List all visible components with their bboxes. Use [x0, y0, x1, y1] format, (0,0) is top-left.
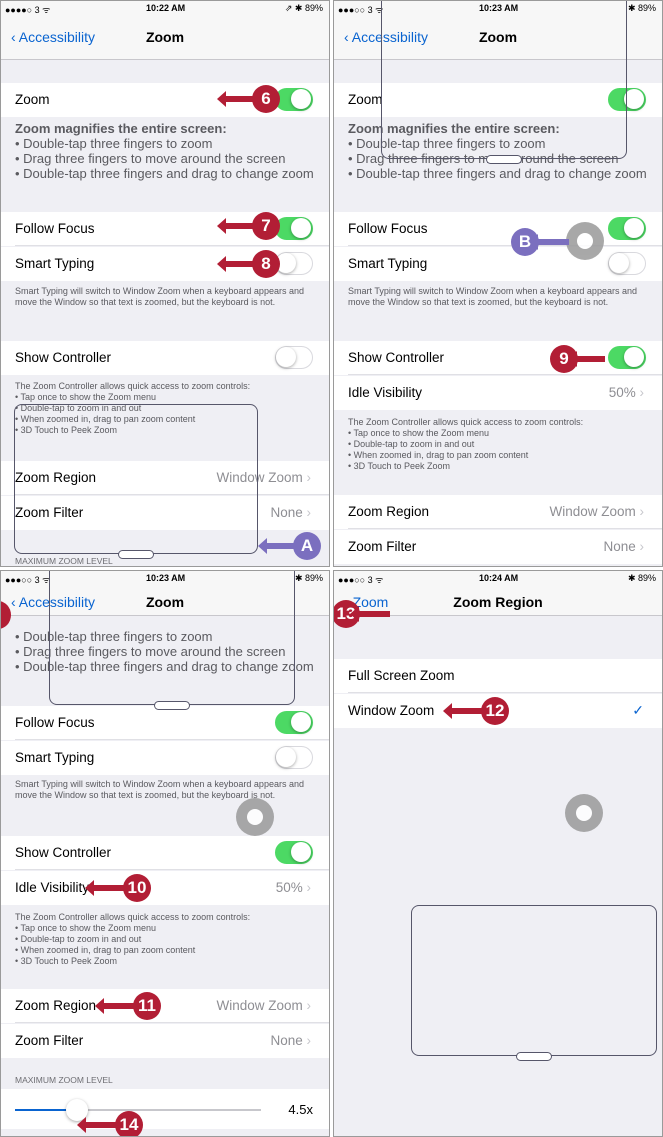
smart-typing-toggle[interactable] [608, 252, 646, 275]
battery: ✱ 89% [627, 3, 656, 13]
full-screen-zoom-row[interactable]: Full Screen Zoom [334, 659, 662, 693]
status-bar: ●●●○○ 3 ᯤ 10:24 AM ✱ 89% [334, 571, 662, 585]
panel-step-10-14: ●●●○○ 3 ᯤ 10:23 AM ✱ 89% ‹ Accessibility… [0, 570, 330, 1137]
callout-b: B [511, 228, 569, 256]
follow-focus-row[interactable]: Follow Focus [1, 706, 329, 740]
show-controller-row[interactable]: Show Controller [1, 836, 329, 870]
idle-visibility-row[interactable]: Idle Visibility 50% [1, 871, 329, 905]
callout-9: 9 [550, 345, 605, 373]
zoom-filter-row[interactable]: Zoom Filter None [1, 1024, 329, 1058]
smart-typing-toggle[interactable] [275, 252, 313, 275]
smart-typing-row[interactable]: Smart Typing [334, 247, 662, 281]
zoom-window-frame[interactable] [14, 404, 258, 559]
zoom-toggle[interactable] [275, 88, 313, 111]
smart-typing-description: Smart Typing will switch to Window Zoom … [348, 286, 637, 307]
zoom-level-row: 4.5x [1, 1089, 329, 1129]
callout-8: 8 [217, 250, 280, 278]
zoom-controller-joystick[interactable] [565, 794, 603, 832]
window-handle[interactable] [516, 1052, 552, 1061]
panel-step-12-13: ●●●○○ 3 ᯤ 10:24 AM ✱ 89% ‹ Zoom Zoom Reg… [333, 570, 663, 1137]
zoom-window-frame[interactable] [381, 1, 627, 164]
callout-13: 13 [334, 600, 390, 628]
max-zoom-header: MAXIMUM ZOOM LEVEL [15, 556, 113, 566]
zoom-window-frame[interactable] [49, 571, 295, 710]
controller-description: The Zoom Controller allows quick access … [348, 417, 584, 471]
window-handle[interactable] [118, 550, 154, 559]
max-zoom-header: MAXIMUM ZOOM LEVEL [15, 1075, 113, 1085]
controller-description: The Zoom Controller allows quick access … [15, 912, 251, 966]
status-bar: ●●●●○ 3 ᯤ 10:22 AM ⇗ ✱ 89% [1, 1, 329, 15]
zoom-description: Zoom magnifies the entire screen: • Doub… [15, 121, 314, 181]
battery: ✱ 89% [294, 573, 323, 583]
zoom-controller-joystick[interactable] [566, 222, 604, 260]
callout-10: 10 [85, 874, 151, 902]
idle-visibility-row[interactable]: Idle Visibility 50% [334, 376, 662, 410]
show-controller-toggle[interactable] [608, 346, 646, 369]
callout-14: 14 [77, 1111, 143, 1136]
zoom-level-value: 4.5x [288, 1102, 313, 1117]
zoom-window-frame[interactable] [411, 905, 657, 1061]
show-controller-toggle[interactable] [275, 346, 313, 369]
page-title: Zoom [145, 29, 185, 45]
follow-focus-toggle[interactable] [275, 217, 313, 240]
smart-typing-description: Smart Typing will switch to Window Zoom … [15, 779, 304, 800]
show-controller-row[interactable]: Show Controller [334, 341, 662, 375]
panel-step-9: ●●●○○ 3 ᯤ 10:23 AM ✱ 89% ‹ Accessibility… [333, 0, 663, 567]
smart-typing-row[interactable]: Smart Typing [1, 741, 329, 775]
callout-11: 11 [95, 992, 161, 1020]
zoom-region-row[interactable]: Zoom Region Window Zoom [334, 495, 662, 529]
battery: ✱ 89% [627, 573, 656, 583]
panel-step-6-8: ●●●●○ 3 ᯤ 10:22 AM ⇗ ✱ 89% ‹ Accessibili… [0, 0, 330, 567]
callout-a: A [258, 532, 321, 560]
smart-typing-toggle[interactable] [275, 746, 313, 769]
zoom-controller-joystick[interactable] [236, 798, 274, 836]
checkmark-icon: ✓ [632, 702, 644, 718]
clock: 10:22 AM [146, 3, 186, 13]
callout-12: 12 [443, 697, 509, 725]
window-handle[interactable] [154, 701, 190, 710]
zoom-region-row[interactable]: Zoom Region Window Zoom [1, 989, 329, 1023]
show-controller-toggle[interactable] [275, 841, 313, 864]
clock: 10:24 AM [479, 573, 519, 583]
show-controller-row[interactable]: Show Controller [1, 341, 329, 375]
follow-focus-row[interactable]: Follow Focus [334, 212, 662, 246]
window-handle[interactable] [486, 155, 522, 164]
callout-7: 7 [217, 212, 280, 240]
smart-typing-description: Smart Typing will switch to Window Zoom … [15, 286, 304, 307]
nav-bar: ‹ Accessibility Zoom [1, 15, 329, 60]
zoom-filter-row[interactable]: Zoom Filter None [334, 530, 662, 564]
follow-focus-toggle[interactable] [608, 217, 646, 240]
follow-focus-toggle[interactable] [275, 711, 313, 734]
battery: ⇗ ✱ 89% [284, 3, 323, 13]
callout-6: 6 [217, 85, 280, 113]
